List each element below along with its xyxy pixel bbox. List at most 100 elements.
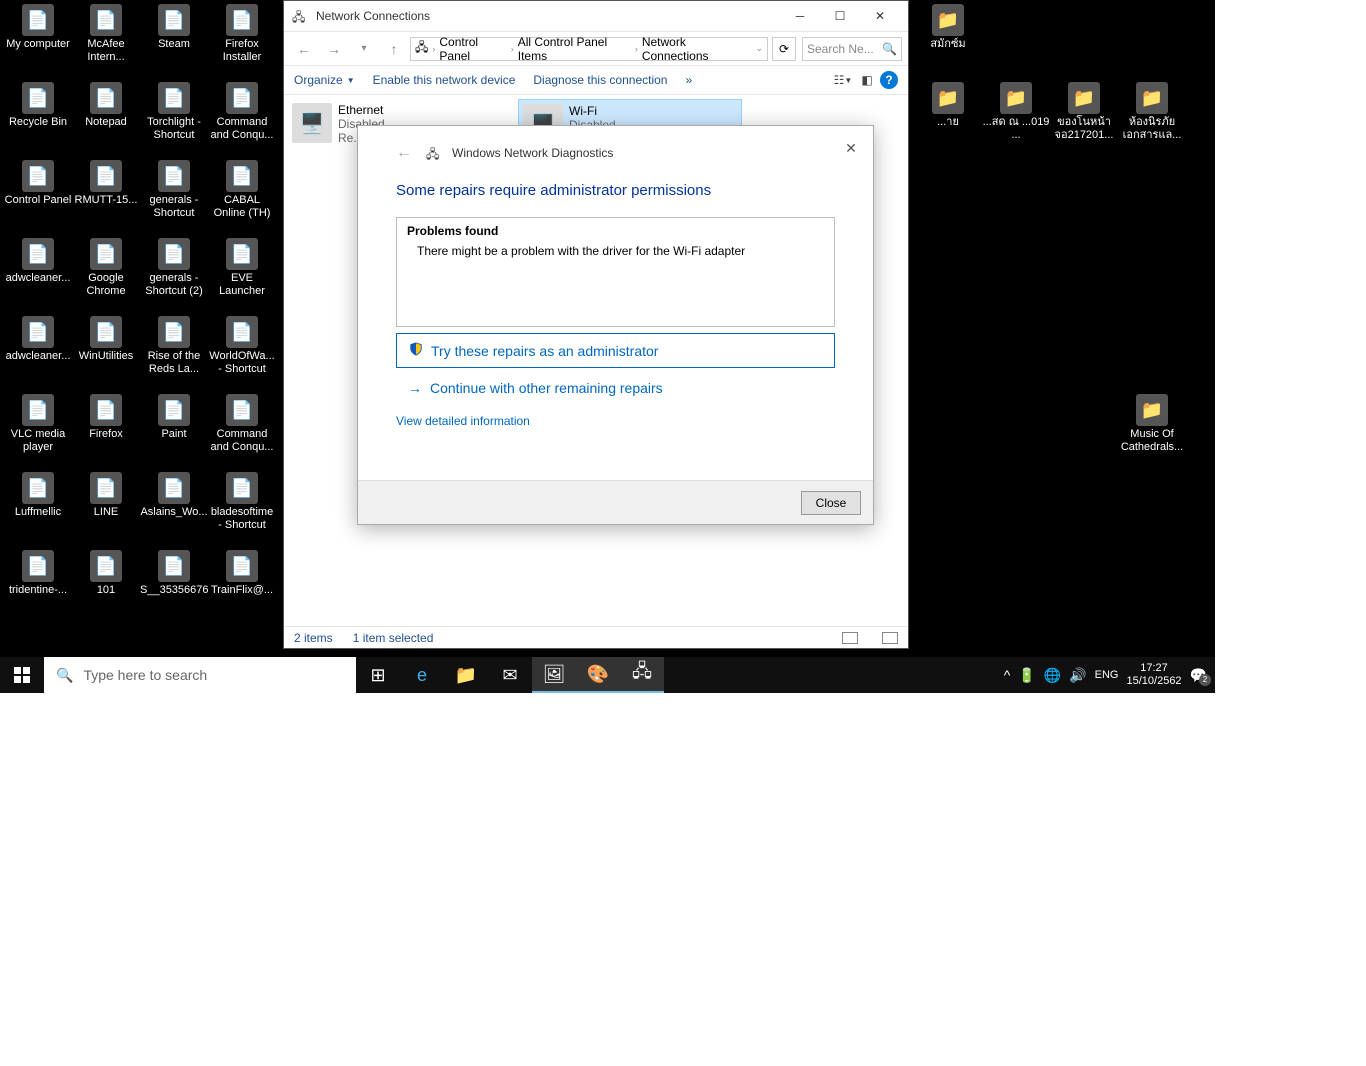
- diagnose-button[interactable]: Diagnose this connection: [533, 73, 667, 87]
- desktop-icon[interactable]: 📄Command and Conqu...: [208, 82, 276, 142]
- clock[interactable]: 17:27 15/10/2562: [1127, 662, 1182, 688]
- volume-icon[interactable]: 🔊: [1069, 667, 1086, 684]
- task-view-button[interactable]: ⊞: [356, 657, 400, 693]
- network-tray-icon[interactable]: 🌐: [1044, 667, 1061, 684]
- titlebar[interactable]: 🖧 Network Connections ─ ☐ ✕: [284, 1, 908, 31]
- desktop-icon[interactable]: 📄VLC media player: [4, 394, 72, 454]
- mail-taskbar-icon[interactable]: ✉: [488, 657, 532, 693]
- desktop-icon[interactable]: 📄Recycle Bin: [4, 82, 72, 129]
- desktop-icon[interactable]: 📄Notepad: [72, 82, 140, 129]
- maximize-button[interactable]: ☐: [820, 2, 860, 30]
- app-icon: 📄: [90, 316, 122, 348]
- desktop-icon[interactable]: 📁สมักซ์ม: [914, 4, 982, 51]
- desktop-icon[interactable]: 📄LINE: [72, 472, 140, 519]
- system-tray: ^ 🔋 🌐 🔊 ENG 17:27 15/10/2562 💬2: [996, 657, 1215, 693]
- enable-device-button[interactable]: Enable this network device: [373, 73, 516, 87]
- desktop-icon[interactable]: 📄generals - Shortcut (2): [140, 238, 208, 298]
- desktop-icon[interactable]: 📄adwcleaner...: [4, 238, 72, 285]
- desktop-icon[interactable]: 📄CABAL Online (TH): [208, 160, 276, 220]
- desktop-icon[interactable]: 📄S__35356676: [140, 550, 208, 597]
- breadcrumb-item[interactable]: Control Panel: [439, 35, 506, 63]
- desktop-icon[interactable]: 📄Google Chrome: [72, 238, 140, 298]
- desktop-icon[interactable]: 📄McAfee Intern...: [72, 4, 140, 64]
- desktop-icon[interactable]: 📄Control Panel: [4, 160, 72, 207]
- desktop-icon[interactable]: 📄WinUtilities: [72, 316, 140, 363]
- app-taskbar-icon[interactable]: 🖼: [532, 657, 576, 693]
- desktop-icon[interactable]: 📄Paint: [140, 394, 208, 441]
- desktop-icon[interactable]: 📄Rise of the Reds La...: [140, 316, 208, 376]
- desktop-icon[interactable]: 📄Luffmellic: [4, 472, 72, 519]
- continue-repairs-button[interactable]: → Continue with other remaining repairs: [396, 376, 835, 400]
- dialog-footer: Close: [358, 480, 873, 524]
- tray-overflow-icon[interactable]: ^: [1004, 667, 1011, 683]
- battery-icon[interactable]: 🔋: [1018, 667, 1035, 684]
- search-icon: 🔍: [882, 42, 897, 56]
- back-button[interactable]: ←: [290, 35, 318, 63]
- desktop-icon[interactable]: 📄Firefox: [72, 394, 140, 441]
- search-icon: 🔍: [56, 667, 73, 684]
- desktop-icon[interactable]: 📄bladesoftime - Shortcut: [208, 472, 276, 532]
- desktop-icon[interactable]: 📁...สด ณ ...019 ...: [982, 82, 1050, 142]
- help-button[interactable]: ?: [880, 71, 898, 89]
- desktop-icon[interactable]: 📄WorldOfWa... - Shortcut: [208, 316, 276, 376]
- network-taskbar-icon[interactable]: 🖧: [620, 657, 664, 693]
- desktop-icon[interactable]: 📄101: [72, 550, 140, 597]
- desktop-icon[interactable]: 📄Aslains_Wo...: [140, 472, 208, 519]
- app-icon: 📄: [158, 472, 190, 504]
- desktop-icon[interactable]: 📄EVE Launcher: [208, 238, 276, 298]
- status-bar: 2 items 1 item selected: [284, 626, 908, 648]
- close-button[interactable]: Close: [801, 491, 861, 515]
- app-icon: 📄: [158, 82, 190, 114]
- minimize-button[interactable]: ─: [780, 2, 820, 30]
- recent-button[interactable]: ▾: [350, 35, 378, 63]
- organize-menu[interactable]: Organize ▼: [294, 73, 355, 87]
- app-icon: 📄: [158, 394, 190, 426]
- view-detailed-info-link[interactable]: View detailed information: [396, 414, 835, 428]
- app-icon: 📄: [90, 160, 122, 192]
- back-button[interactable]: ←: [396, 144, 412, 162]
- edge-taskbar-icon[interactable]: e: [400, 657, 444, 693]
- language-indicator[interactable]: ENG: [1095, 669, 1119, 681]
- selection-count: 1 item selected: [353, 631, 434, 645]
- app-icon: 📄: [22, 472, 54, 504]
- desktop-icon[interactable]: 📁ของโนหน้าจอ217201...: [1050, 82, 1118, 142]
- paint-taskbar-icon[interactable]: 🎨: [576, 657, 620, 693]
- app-icon: 📄: [158, 238, 190, 270]
- try-repairs-admin-button[interactable]: Try these repairs as an administrator: [396, 333, 835, 368]
- desktop-icon[interactable]: 📄Torchlight - Shortcut: [140, 82, 208, 142]
- notifications-icon[interactable]: 💬2: [1190, 667, 1207, 684]
- app-icon: 📄: [226, 82, 258, 114]
- desktop-icon[interactable]: 📄RMUTT-15...: [72, 160, 140, 207]
- forward-button[interactable]: →: [320, 35, 348, 63]
- start-button[interactable]: [0, 657, 44, 693]
- explorer-taskbar-icon[interactable]: 📁: [444, 657, 488, 693]
- up-button[interactable]: ↑: [380, 35, 408, 63]
- desktop-icon[interactable]: 📄tridentine-...: [4, 550, 72, 597]
- search-input[interactable]: Search Ne... 🔍: [802, 37, 902, 61]
- breadcrumb[interactable]: 🖧 › Control Panel › All Control Panel It…: [410, 37, 768, 61]
- close-button[interactable]: ✕: [837, 134, 865, 162]
- desktop-icon[interactable]: 📄My computer: [4, 4, 72, 51]
- refresh-button[interactable]: ⟳: [772, 37, 796, 61]
- more-button[interactable]: »: [685, 73, 692, 87]
- desktop-icon[interactable]: 📁ห้องนิรภัยเอกสารแล...: [1118, 82, 1186, 142]
- close-button[interactable]: ✕: [860, 2, 900, 30]
- desktop-icon[interactable]: 📄adwcleaner...: [4, 316, 72, 363]
- app-icon: 📄: [226, 550, 258, 582]
- desktop-icon[interactable]: 📁...าย: [914, 82, 982, 129]
- desktop-icon[interactable]: 📄Command and Conqu...: [208, 394, 276, 454]
- breadcrumb-item[interactable]: Network Connections: [642, 35, 748, 63]
- app-icon: 📁: [932, 4, 964, 36]
- large-view-icon[interactable]: [882, 632, 898, 644]
- preview-pane-button[interactable]: ◧: [856, 69, 878, 91]
- view-options-button[interactable]: ☷ ▼: [832, 69, 854, 91]
- breadcrumb-item[interactable]: All Control Panel Items: [518, 35, 631, 63]
- details-view-icon[interactable]: [842, 632, 858, 644]
- desktop-icon[interactable]: 📁Music Of Cathedrals...: [1118, 394, 1186, 454]
- desktop-icon[interactable]: 📄Steam: [140, 4, 208, 51]
- app-icon: 📁: [1136, 82, 1168, 114]
- desktop-icon[interactable]: 📄TrainFlix@...: [208, 550, 276, 597]
- desktop-icon[interactable]: 📄generals - Shortcut: [140, 160, 208, 220]
- desktop-icon[interactable]: 📄Firefox Installer: [208, 4, 276, 64]
- search-input[interactable]: 🔍 Type here to search: [44, 657, 356, 693]
